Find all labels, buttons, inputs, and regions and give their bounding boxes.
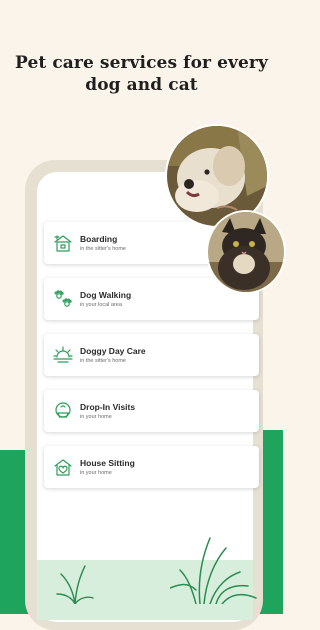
service-card-house-sitting[interactable]: House Sitting in your home: [44, 446, 259, 488]
service-subtitle: in your local area: [80, 301, 122, 308]
service-subtitle: in the sitter's home: [80, 245, 126, 252]
service-title: House Sitting: [80, 457, 135, 468]
service-subtitle: in the sitter's home: [80, 357, 126, 364]
cat-illustration: [208, 212, 284, 292]
drop-in-bowl-icon: [55, 402, 71, 418]
boarding-house-icon: [54, 235, 72, 252]
service-subtitle: in your home: [80, 469, 112, 476]
grass-tuft-left: [56, 565, 94, 604]
service-subtitle: in your home: [80, 413, 112, 420]
service-title: Boarding: [80, 233, 118, 244]
service-card-doggy-day-care[interactable]: Doggy Day Care in the sitter's home: [44, 334, 259, 376]
service-title: Dog Walking: [80, 289, 132, 300]
service-title: Drop-In Visits: [80, 401, 136, 412]
headline: Pet care services for every dog and cat: [15, 53, 268, 95]
sun-house-icon: [53, 346, 73, 363]
service-title: Doggy Day Care: [80, 345, 146, 356]
cat-photo: [206, 210, 286, 294]
service-card-drop-in-visits[interactable]: Drop-In Visits in your home: [44, 390, 259, 432]
grass-tuft-right: [170, 537, 257, 604]
paw-prints-icon: [54, 290, 72, 307]
house-heart-icon: [54, 459, 72, 476]
